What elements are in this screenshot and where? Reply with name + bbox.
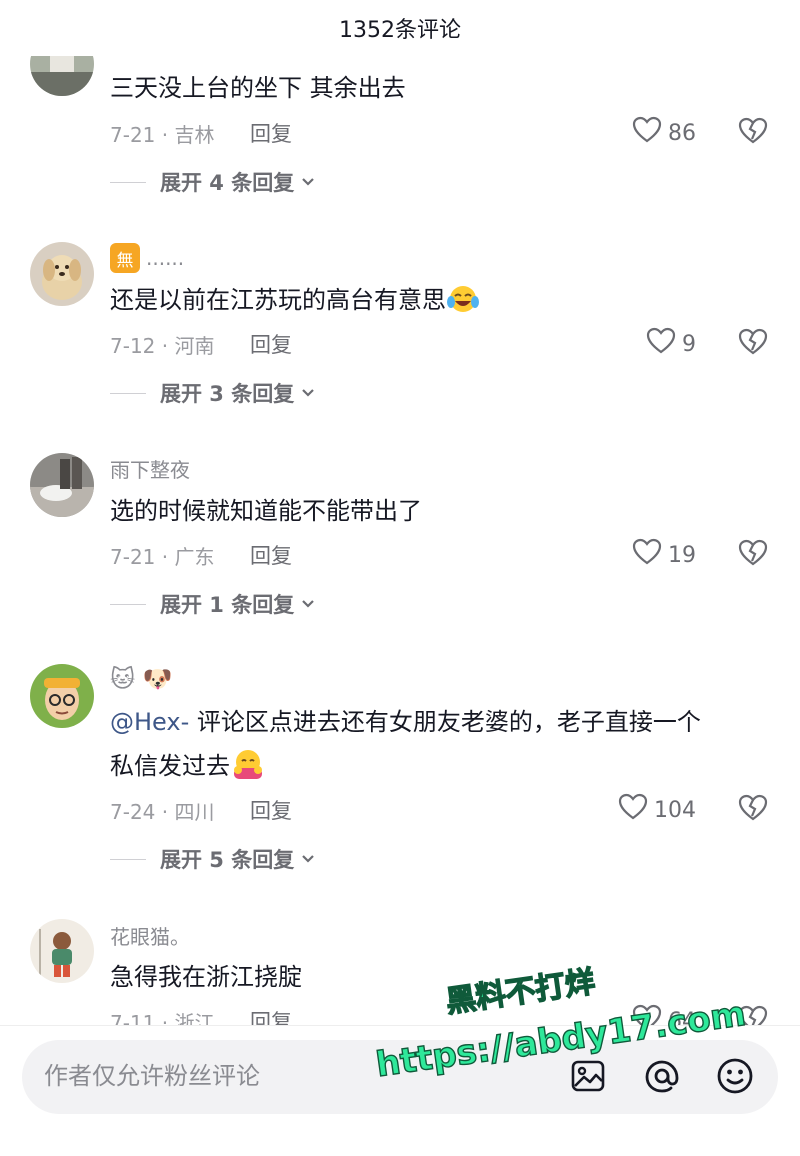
heart-icon bbox=[618, 793, 648, 827]
emoji-icon[interactable] bbox=[713, 1054, 757, 1098]
broken-heart-icon bbox=[738, 117, 768, 149]
chevron-down-icon bbox=[300, 387, 316, 399]
reply-button[interactable]: 回复 bbox=[250, 1006, 292, 1025]
avatar[interactable] bbox=[30, 664, 94, 728]
chevron-down-icon bbox=[300, 176, 316, 188]
dislike-button[interactable] bbox=[738, 794, 768, 826]
comment-text-line2: 私信发过去 bbox=[110, 752, 230, 780]
broken-heart-icon bbox=[738, 1005, 768, 1025]
avatar[interactable] bbox=[30, 242, 94, 306]
comment-list[interactable]: 三天没上台的坐下 其余出去 7-21 · 吉林 回复 86 展开 4 条回复 無… bbox=[0, 0, 800, 1025]
expand-replies-button[interactable]: 展开 3 条回复 bbox=[110, 377, 316, 409]
reply-button[interactable]: 回复 bbox=[250, 540, 292, 570]
heart-icon bbox=[646, 327, 676, 361]
comment-date: 7-11 · 浙江 bbox=[110, 1010, 215, 1026]
comment-text: 急得我在浙江挠腚 bbox=[110, 963, 302, 991]
like-button[interactable]: 9 bbox=[646, 327, 696, 361]
reply-button[interactable]: 回复 bbox=[250, 329, 292, 359]
comment-username[interactable]: 無 ...... bbox=[110, 243, 184, 273]
heart-icon bbox=[632, 116, 662, 150]
comment-username[interactable]: 🐱 🐶 bbox=[110, 664, 173, 694]
comment-username[interactable]: 花眼猫。 bbox=[110, 920, 190, 950]
comment-date: 7-24 · 四川 bbox=[110, 799, 215, 824]
comments-header: 1352条评论 bbox=[0, 0, 800, 56]
comment-text: @Hex- 评论区点进去还有女朋友老婆的，老子直接一个 私信发过去 bbox=[110, 700, 770, 794]
expand-replies-button[interactable]: 展开 1 条回复 bbox=[110, 588, 316, 620]
comment-meta: 7-24 · 四川 回复 bbox=[110, 794, 292, 826]
hug-emoji-icon bbox=[230, 748, 266, 794]
expand-label: 展开 4 条回复 bbox=[160, 171, 295, 195]
comment-meta: 7-21 · 吉林 回复 bbox=[110, 117, 292, 149]
like-count: 104 bbox=[654, 797, 696, 823]
like-button[interactable]: 64 bbox=[632, 1004, 696, 1026]
chevron-down-icon bbox=[300, 598, 316, 610]
laughing-crying-emoji-icon bbox=[446, 284, 480, 328]
broken-heart-icon bbox=[738, 328, 768, 360]
comment-date: 7-21 · 吉林 bbox=[110, 122, 215, 147]
dislike-button[interactable] bbox=[738, 539, 768, 571]
username-text: 花眼猫。 bbox=[110, 924, 190, 949]
like-button[interactable]: 86 bbox=[632, 116, 696, 150]
like-count: 64 bbox=[668, 1008, 696, 1026]
comment-text-body: 还是以前在江苏玩的高台有意思 bbox=[110, 286, 446, 314]
avatar[interactable] bbox=[30, 919, 94, 983]
comment-meta: 7-11 · 浙江 回复 bbox=[110, 1005, 292, 1025]
chevron-down-icon bbox=[300, 853, 316, 865]
dislike-button[interactable] bbox=[738, 1005, 768, 1025]
broken-heart-icon bbox=[738, 794, 768, 826]
comment-meta: 7-12 · 河南 回复 bbox=[110, 328, 292, 360]
like-count: 86 bbox=[668, 120, 696, 146]
reply-button[interactable]: 回复 bbox=[250, 795, 292, 825]
heart-icon bbox=[632, 538, 662, 572]
comment-text-line1: 评论区点进去还有女朋友老婆的，老子直接一个 bbox=[189, 708, 701, 736]
comment-text: 三天没上台的坐下 其余出去 bbox=[110, 74, 406, 102]
like-button[interactable]: 19 bbox=[632, 538, 696, 572]
comment-count-title: 1352条评论 bbox=[339, 18, 461, 43]
expand-label: 展开 3 条回复 bbox=[160, 382, 295, 406]
comment-text: 选的时候就知道能不能带出了 bbox=[110, 497, 422, 525]
like-count: 9 bbox=[682, 331, 696, 357]
mention-link[interactable]: @Hex- bbox=[110, 708, 189, 736]
like-count: 19 bbox=[668, 542, 696, 568]
expand-label: 展开 5 条回复 bbox=[160, 848, 295, 872]
like-button[interactable]: 104 bbox=[618, 793, 696, 827]
comment-meta: 7-21 · 广东 回复 bbox=[110, 539, 292, 571]
comment-date: 7-21 · 广东 bbox=[110, 544, 215, 569]
expand-replies-button[interactable]: 展开 5 条回复 bbox=[110, 843, 316, 875]
comment-text: 还是以前在江苏玩的高台有意思 bbox=[110, 278, 770, 328]
broken-heart-icon bbox=[738, 539, 768, 571]
avatar[interactable] bbox=[30, 453, 94, 517]
username-text: 雨下整夜 bbox=[110, 457, 190, 482]
comment-username[interactable]: 雨下整夜 bbox=[110, 453, 190, 483]
user-badge: 無 bbox=[110, 243, 140, 273]
heart-icon bbox=[632, 1004, 662, 1025]
image-icon[interactable] bbox=[566, 1054, 610, 1098]
username-text: ...... bbox=[146, 246, 185, 270]
dislike-button[interactable] bbox=[738, 328, 768, 360]
at-icon[interactable] bbox=[640, 1054, 684, 1098]
expand-replies-button[interactable]: 展开 4 条回复 bbox=[110, 166, 316, 198]
comment-input[interactable] bbox=[22, 1039, 522, 1113]
reply-button[interactable]: 回复 bbox=[250, 118, 292, 148]
expand-label: 展开 1 条回复 bbox=[160, 593, 295, 617]
dislike-button[interactable] bbox=[738, 117, 768, 149]
comment-date: 7-12 · 河南 bbox=[110, 333, 215, 358]
